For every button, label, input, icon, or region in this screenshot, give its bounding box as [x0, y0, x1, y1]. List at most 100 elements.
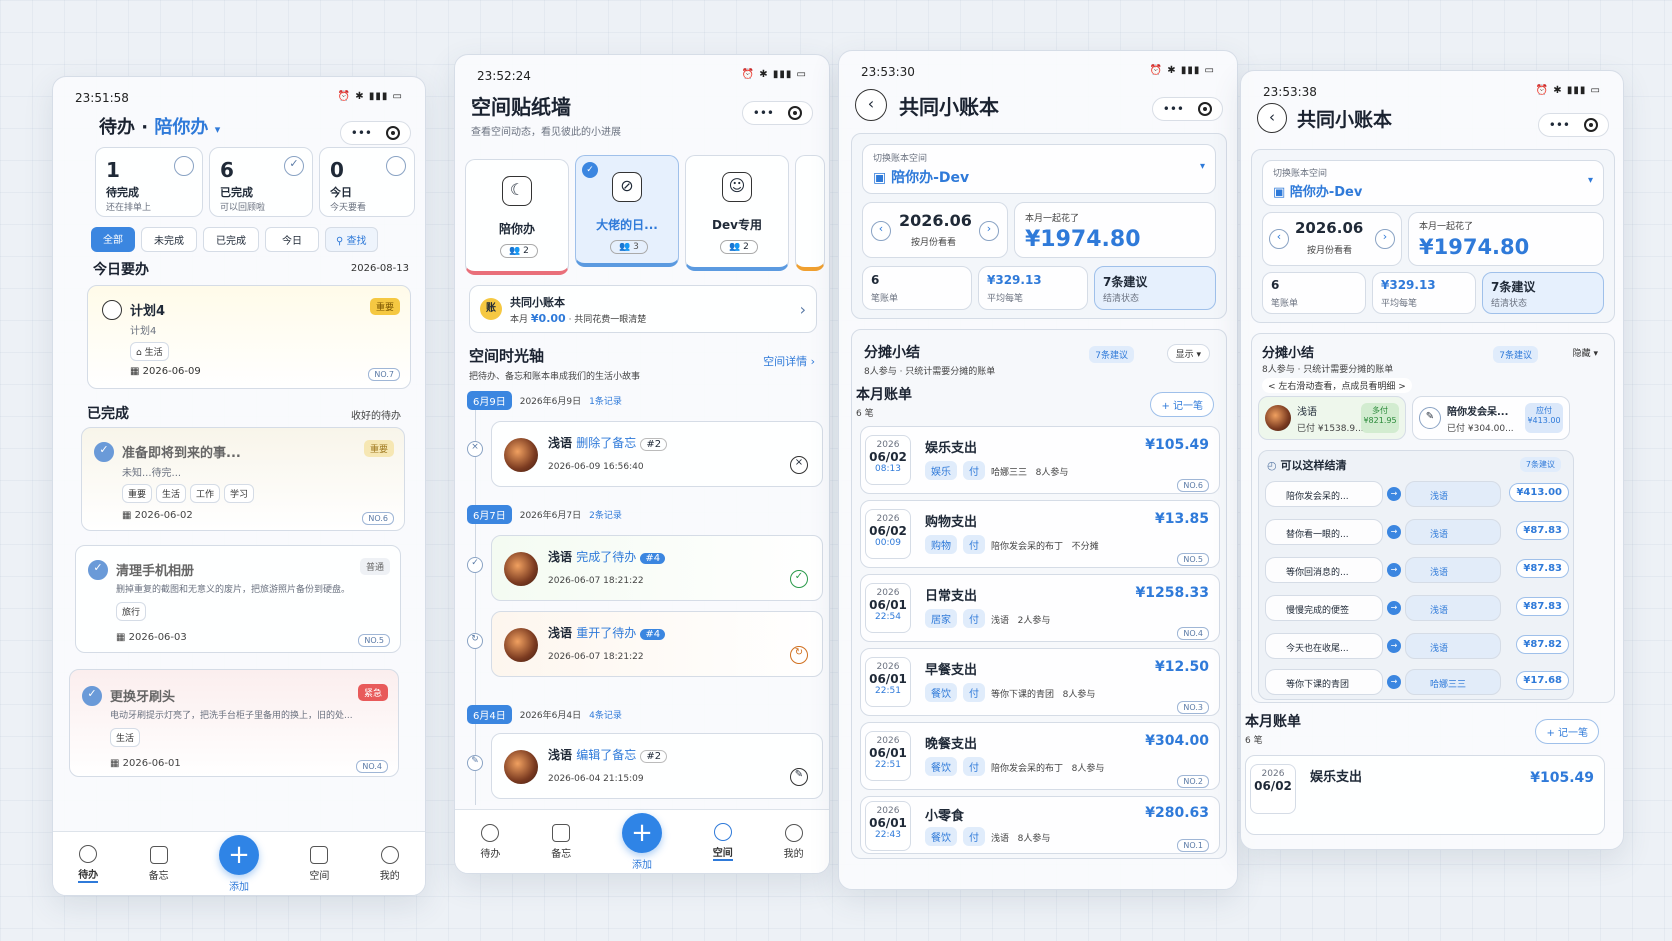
bill-item[interactable]: 2026 06/02 娱乐支出 ¥105.49	[1245, 755, 1605, 835]
stat-done[interactable]: 6 已完成 可以回顾啦 ✓	[209, 147, 313, 217]
payee-chip: 哈娜三三	[1405, 669, 1501, 695]
status-bar: 23:52:24 ⏰ ✱ ▮▮▮ ▭	[477, 69, 807, 83]
member-card[interactable]: ✎ 陪你发会呆... 已付 ¥304.00... 应付 ¥413.00	[1412, 396, 1570, 440]
stat-settle[interactable]: 7条建议 结清状态	[1094, 266, 1216, 310]
back-button[interactable]: ‹	[855, 89, 887, 121]
timeline-title: 空间时光轴	[469, 347, 545, 365]
task-checkbox[interactable]	[102, 300, 122, 320]
space-detail-link[interactable]: 空间详情 ›	[763, 353, 815, 369]
bill-item[interactable]: 2026 06/02 08:13 娱乐支出 ¥105.49 娱乐付哈娜三三 8人参与 NO.…	[860, 426, 1220, 494]
done-check-icon[interactable]: ✓	[82, 686, 102, 706]
tab-me[interactable]: 我的	[784, 823, 804, 860]
filter-today[interactable]: 今日	[265, 227, 319, 252]
tab-space[interactable]: 空间	[712, 822, 733, 861]
settle-amount: ¥413.00	[1509, 483, 1569, 502]
tab-me[interactable]: 我的	[380, 845, 400, 882]
split-toggle[interactable]: 显示 ▾	[1166, 344, 1210, 363]
space-card[interactable]: ☺ Dev专用 👥 2	[685, 155, 789, 271]
payer-chip: 慢慢完成的便签	[1265, 595, 1383, 621]
faces-icon: ☺	[722, 172, 752, 202]
search-button[interactable]: ⚲ 查找	[325, 227, 378, 252]
settle-row[interactable]: 替你看一眼的... → 浅语 ¥87.83	[1265, 517, 1569, 549]
prev-month-button[interactable]: ‹	[1269, 229, 1289, 249]
done-card-3[interactable]: ✓ 更换牙刷头 电动牙刷提示灯亮了，把洗手台柜子里备用的换上，旧的处... 生活…	[69, 669, 399, 777]
tab-label: 待办	[480, 848, 501, 860]
filter-done[interactable]: 已完成	[203, 227, 259, 252]
bill-name: 娱乐支出	[925, 441, 978, 456]
bill-item[interactable]: 2026 06/01 22:51 早餐支出 ¥12.50 餐饮付等你下课的青团 8人参与 N…	[860, 648, 1220, 716]
add-bill-button[interactable]: + 记一笔	[1150, 392, 1214, 417]
space-selector[interactable]: 切换账本空间 ▣ 陪你办-Dev ▾	[1262, 160, 1604, 206]
stat-today[interactable]: 0 今日 今天要看	[319, 147, 415, 217]
tab-todo[interactable]: 待办	[480, 823, 501, 860]
more-icon[interactable]: •••	[1549, 118, 1570, 132]
space-card[interactable]: ☾ 陪你办 👥 2	[465, 159, 569, 275]
status-icons: ⏰ ✱ ▮▮▮ ▭	[741, 69, 807, 80]
bill-item[interactable]: 2026 06/01 22:51 晚餐支出 ¥304.00 餐饮付陪你发会呆的布丁 8人参…	[860, 722, 1220, 790]
bill-item[interactable]: 2026 06/01 22:43 小零食 ¥280.63 餐饮付浅语 8人参与 NO.1	[860, 796, 1220, 854]
close-miniapp-icon[interactable]	[788, 106, 802, 120]
close-miniapp-icon[interactable]	[1198, 102, 1212, 116]
done-check-icon[interactable]: ✓	[88, 560, 108, 580]
space-card-selected[interactable]: ✓ ⊘ 大佬的日... 👥 3	[575, 155, 679, 267]
filter-pending[interactable]: 未完成	[141, 227, 197, 252]
filter-all[interactable]: 全部	[91, 227, 135, 252]
ledger-summary: 本月 ¥0.00 · 共同花费一眼清楚	[510, 312, 646, 325]
close-miniapp-icon[interactable]	[1584, 118, 1598, 132]
space-switcher[interactable]: 陪你办 ▾	[154, 117, 220, 138]
done-card-2[interactable]: ✓ 清理手机相册 删掉重复的截图和无意义的废片，把旅游照片备份到硬盘。 旅行 普…	[75, 545, 401, 653]
bill-meta: 居家付浅语 2人参与	[925, 609, 1050, 628]
tab-label: 待办	[78, 866, 99, 883]
back-button[interactable]: ‹	[1257, 103, 1287, 133]
settle-row[interactable]: 今天也在收尾... → 浅语 ¥87.82	[1265, 631, 1569, 663]
task-date-text: 2026-06-03	[128, 632, 187, 643]
done-card-1[interactable]: ✓ 准备即将到来的事... 未知...待完... 重要 生活 工作 学习 重要 ▦ 2…	[81, 427, 405, 531]
edit-icon: ✎	[790, 768, 808, 786]
stat-label: 笔账单	[1271, 299, 1299, 309]
payer-name: 替你看一眼的...	[1286, 530, 1349, 540]
tab-space[interactable]: 空间	[309, 845, 329, 882]
more-icon[interactable]: •••	[351, 126, 372, 140]
space-selector[interactable]: 切换账本空间 ▣ 陪你办-Dev ▾	[862, 144, 1216, 194]
split-toggle[interactable]: 隐藏 ▾	[1573, 346, 1598, 359]
stat-settle[interactable]: 7条建议 结清状态	[1482, 272, 1604, 314]
payer: 陪你发会呆的布丁	[991, 542, 1064, 552]
done-check-icon[interactable]: ✓	[94, 442, 114, 462]
close-miniapp-icon[interactable]	[386, 126, 400, 140]
settle-row[interactable]: 等你回消息的... → 浅语 ¥87.83	[1265, 555, 1569, 587]
arrow-right-icon: →	[1387, 639, 1401, 653]
more-icon[interactable]: •••	[753, 106, 774, 120]
settle-row[interactable]: 慢慢完成的便签 → 浅语 ¥87.83	[1265, 593, 1569, 625]
tab-add[interactable]: + 添加	[218, 834, 259, 893]
timeline-item[interactable]: 浅语 编辑了备忘 #2 2026-06-04 21:15:09 ✎	[491, 733, 823, 799]
tab-memo[interactable]: 备忘	[551, 823, 571, 860]
close-icon: ×	[790, 456, 808, 474]
add-bill-button[interactable]: + 记一笔	[1535, 719, 1599, 744]
timeline-item[interactable]: 浅语 重开了待办 #4 2026-06-07 18:21:22 ↻	[491, 611, 823, 677]
member-card[interactable]: 浅语 已付 ¥1538.9... 多付 ¥821.95	[1258, 396, 1406, 440]
section-title-done: 已完成	[87, 406, 129, 422]
tab-memo[interactable]: 备忘	[149, 845, 169, 882]
more-icon[interactable]: •••	[1163, 102, 1184, 116]
bill-item[interactable]: 2026 06/02 00:09 购物支出 ¥13.85 购物付陪你发会呆的布丁 不分摊 N…	[860, 500, 1220, 568]
timeline-item[interactable]: 浅语 删除了备忘 #2 2026-06-09 16:56:40 ×	[491, 421, 823, 487]
settle-row[interactable]: 等你下课的青团 → 哈娜三三 ¥17.68	[1265, 667, 1569, 699]
stat-pending[interactable]: 1 待完成 还在排单上	[95, 147, 203, 217]
archived-link[interactable]: 收好的待办	[351, 407, 401, 422]
sticker-avatar-icon: ✎	[1419, 407, 1441, 429]
prev-month-button[interactable]: ‹	[871, 221, 891, 241]
task-title: 清理手机相册	[116, 564, 195, 579]
tab-todo[interactable]: 待办	[78, 844, 99, 883]
category-chip: 餐饮	[925, 757, 957, 776]
tab-add[interactable]: + 添加	[621, 812, 662, 871]
action-text: 重开了待办	[576, 626, 637, 640]
space-card-partial[interactable]	[795, 155, 825, 271]
timeline-item[interactable]: 浅语 完成了待办 #4 2026-06-07 18:21:22 ✓	[491, 535, 823, 601]
bill-item[interactable]: 2026 06/01 22:54 日常支出 ¥1258.33 居家付浅语 2人参与 NO.4	[860, 574, 1220, 642]
status-time: 23:52:24	[477, 69, 531, 83]
next-month-button[interactable]: ›	[1375, 229, 1395, 249]
ledger-entry[interactable]: 账 共同小账本 本月 ¥0.00 · 共同花费一眼清楚 ›	[469, 285, 817, 333]
settle-row[interactable]: 陪你发会呆的... → 浅语 ¥413.00	[1265, 479, 1569, 511]
task-card[interactable]: 计划4 计划4 ⌂ 生活 重要 ▦ 2026-06-09 NO.7	[87, 285, 411, 389]
next-month-button[interactable]: ›	[979, 221, 999, 241]
